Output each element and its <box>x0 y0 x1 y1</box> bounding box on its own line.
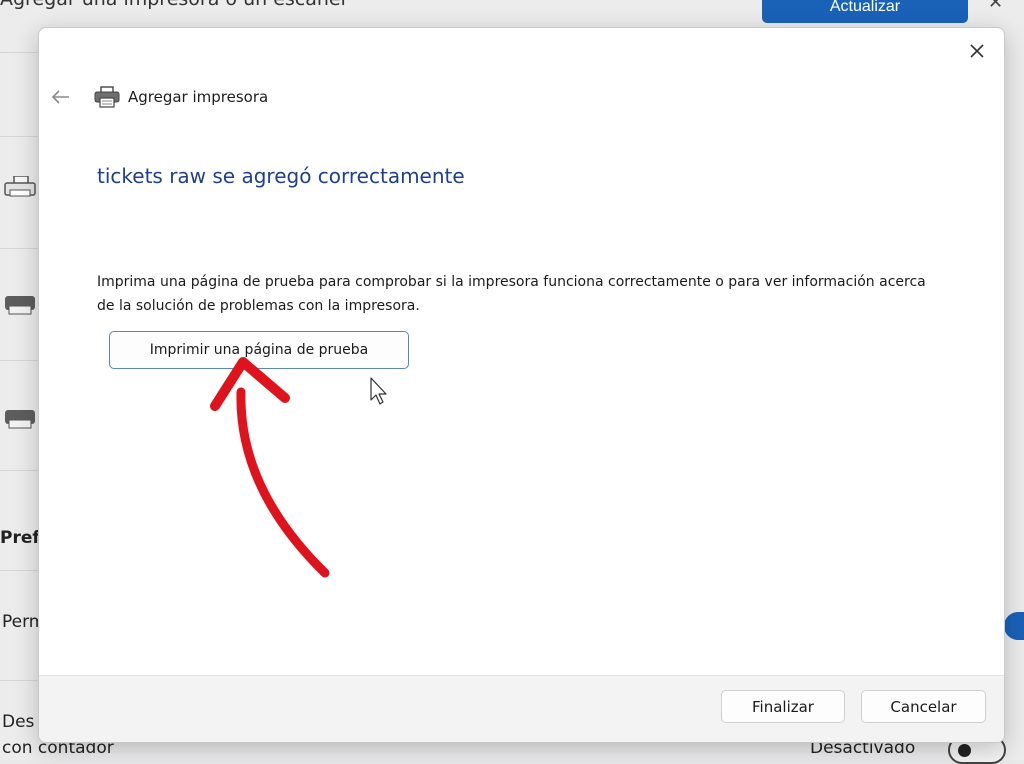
annotation-arrow-icon <box>210 357 330 578</box>
printer-icon <box>5 410 35 429</box>
printer-icon <box>94 86 120 108</box>
back-button[interactable] <box>49 86 73 108</box>
dialog-footer: Finalizar Cancelar <box>39 675 1004 742</box>
divider <box>0 470 40 471</box>
fax-printer-icon <box>4 176 36 197</box>
background-close-icon[interactable]: ✕ <box>988 0 1003 13</box>
back-arrow-icon <box>51 90 69 104</box>
divider <box>0 136 40 137</box>
cancel-button[interactable]: Cancelar <box>861 690 986 723</box>
permission-toggle[interactable] <box>1004 612 1024 640</box>
background-window-title: Agregar una impresora o un escáner <box>0 0 348 10</box>
divider <box>0 248 40 249</box>
description-setting-label: Des <box>2 712 35 732</box>
finish-button[interactable]: Finalizar <box>721 690 845 723</box>
divider <box>0 360 40 361</box>
close-icon <box>970 44 984 58</box>
divider <box>0 570 40 571</box>
printer-icon <box>5 296 35 315</box>
toggle-knob <box>958 744 971 757</box>
success-heading: tickets raw se agregó correctamente <box>97 164 465 188</box>
update-button[interactable]: Actualizar <box>762 0 968 23</box>
add-printer-dialog: Agregar impresora tickets raw se agregó … <box>38 27 1005 743</box>
mouse-cursor-icon <box>370 377 387 405</box>
divider <box>0 52 40 53</box>
divider <box>0 680 40 681</box>
dialog-header-title: Agregar impresora <box>128 88 269 106</box>
test-page-description: Imprima una página de prueba para compro… <box>97 274 926 314</box>
close-button[interactable] <box>964 38 990 64</box>
